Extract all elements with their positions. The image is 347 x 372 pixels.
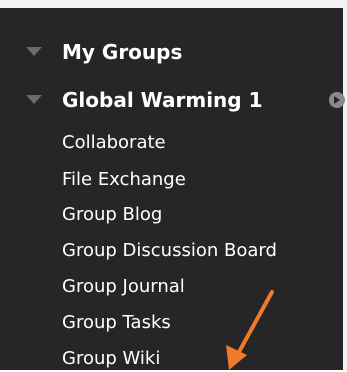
group-link-collaborate[interactable]: Collaborate — [0, 130, 343, 156]
group-header-global-warming-1[interactable]: Global Warming 1 — [0, 86, 343, 114]
group-link-label: Group Journal — [62, 276, 185, 297]
group-link-file-exchange[interactable]: File Exchange — [0, 167, 343, 193]
group-link-group-blog[interactable]: Group Blog — [0, 202, 343, 228]
group-link-label: Group Discussion Board — [62, 240, 277, 261]
my-groups-header[interactable]: My Groups — [0, 38, 343, 66]
group-link-label: Collaborate — [62, 132, 166, 153]
group-link-label: File Exchange — [62, 169, 186, 190]
panel-right-edge — [343, 0, 347, 370]
my-groups-label: My Groups — [62, 40, 183, 64]
group-link-group-wiki[interactable]: Group Wiki — [0, 346, 343, 372]
group-link-label: Group Blog — [62, 204, 163, 225]
group-link-label: Group Wiki — [62, 348, 161, 369]
group-link-group-tasks[interactable]: Group Tasks — [0, 310, 343, 336]
collapse-triangle-icon[interactable] — [26, 47, 42, 56]
group-link-label: Group Tasks — [62, 312, 171, 333]
group-options-icon[interactable] — [329, 92, 345, 108]
collapse-triangle-icon[interactable] — [26, 95, 42, 104]
group-link-discussion-board[interactable]: Group Discussion Board — [0, 238, 343, 264]
group-name-label: Global Warming 1 — [62, 88, 263, 112]
panel-top-edge — [0, 0, 347, 8]
group-link-group-journal[interactable]: Group Journal — [0, 274, 343, 300]
